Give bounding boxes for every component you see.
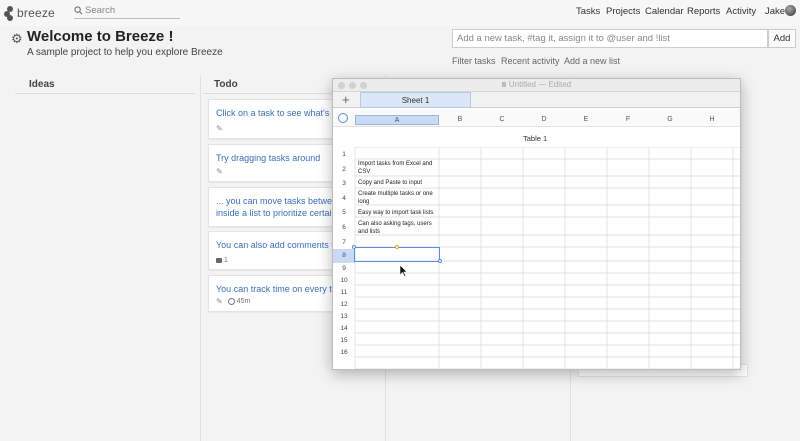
page-subtitle: A sample project to help you explore Bre… <box>27 47 223 58</box>
recent-activity-link[interactable]: Recent activity <box>501 56 560 66</box>
filter-tasks-link[interactable]: Filter tasks <box>452 56 496 66</box>
table-title[interactable]: Table 1 <box>523 134 547 143</box>
selection-handle[interactable] <box>395 245 399 249</box>
nav-reports[interactable]: Reports <box>687 6 720 17</box>
row-header[interactable]: 5 <box>333 207 355 219</box>
row-header[interactable]: 9 <box>333 263 355 275</box>
task-card[interactable]: You can track time on every tas ✎ 45m <box>208 275 338 312</box>
search-box[interactable] <box>74 3 180 19</box>
sheet-tab-bar: + Sheet 1 <box>333 92 740 108</box>
time-tracked: 45m <box>236 298 251 305</box>
column-header-e[interactable]: E <box>565 115 607 125</box>
breeze-logo[interactable]: breeze <box>4 4 55 22</box>
document-title: Untitled <box>508 80 536 89</box>
top-navigation-bar: breeze Tasks Projects Calendar Reports A… <box>0 0 800 26</box>
page-title: Welcome to Breeze ! <box>27 28 174 45</box>
row-header[interactable]: 11 <box>333 287 355 299</box>
row-header[interactable]: 3 <box>333 178 355 190</box>
avatar[interactable] <box>785 5 796 16</box>
selection-handle[interactable] <box>438 259 442 263</box>
column-header-d[interactable]: D <box>523 115 565 125</box>
row-header[interactable]: 13 <box>333 311 355 323</box>
gear-icon[interactable]: ⚙ <box>11 31 23 47</box>
row-header[interactable]: 14 <box>333 323 355 335</box>
comment-count: 1 <box>224 257 228 264</box>
column-header-f[interactable]: F <box>607 115 649 125</box>
window-title: Untitled — Edited <box>333 80 740 89</box>
column-header-b[interactable]: B <box>439 115 481 125</box>
pencil-icon[interactable]: ✎ <box>216 297 223 306</box>
task-title[interactable]: You can track time on every tas <box>216 284 337 294</box>
task-meta: ✎ <box>216 124 223 133</box>
row-header[interactable]: 10 <box>333 275 355 287</box>
nav-tasks[interactable]: Tasks <box>576 6 600 17</box>
cell-a3[interactable]: Copy and Paste to input <box>358 180 438 188</box>
row-header[interactable]: 6 <box>333 219 355 237</box>
task-card[interactable]: ... you can move tasks between inside a … <box>208 187 338 227</box>
column-header-a[interactable]: A <box>355 115 439 125</box>
cell-a2[interactable]: Import tasks from Excel and CSV <box>358 161 438 176</box>
task-meta: ✎ 45m <box>216 297 250 306</box>
row-header[interactable]: 2 <box>333 161 355 178</box>
task-title[interactable]: Try dragging tasks around <box>216 153 320 163</box>
task-title[interactable]: You can also add comments to <box>216 240 337 250</box>
row-header[interactable]: 1 <box>333 149 355 161</box>
task-title-continued[interactable]: inside a list to prioritize certain <box>216 208 337 218</box>
new-task-input[interactable] <box>452 29 768 48</box>
cell-a5[interactable]: Easy way to import task lists <box>358 210 438 218</box>
column-underline <box>203 93 338 94</box>
selection-handle[interactable] <box>352 245 356 249</box>
task-card[interactable]: You can also add comments to 1 <box>208 231 338 270</box>
row-header[interactable]: 12 <box>333 299 355 311</box>
sheet-tab[interactable]: Sheet 1 <box>360 92 471 108</box>
nav-calendar[interactable]: Calendar <box>645 6 684 17</box>
search-icon <box>74 6 83 15</box>
task-title[interactable]: Click on a task to see what's be <box>216 108 337 118</box>
comment-icon <box>216 258 222 263</box>
column-header-g[interactable]: G <box>649 115 691 125</box>
column-header-c[interactable]: C <box>481 115 523 125</box>
row-header-selected[interactable]: 8 <box>333 249 355 263</box>
row-header[interactable]: 4 <box>333 190 355 207</box>
document-icon <box>501 82 506 87</box>
cell-a4[interactable]: Create multiple tasks or one long <box>358 191 438 206</box>
table-select-handle-icon[interactable] <box>338 113 348 123</box>
mouse-cursor-icon <box>400 265 408 277</box>
document-status: Edited <box>548 80 572 89</box>
column-underline <box>15 93 195 94</box>
cell-a6[interactable]: Can also asking tags, users and lists <box>358 221 438 236</box>
window-titlebar[interactable]: Untitled — Edited <box>333 79 740 92</box>
column-title-todo[interactable]: Todo <box>214 79 238 90</box>
task-meta: 1 <box>216 257 228 264</box>
add-sheet-button[interactable]: + <box>342 92 350 107</box>
logo-text: breeze <box>17 6 55 20</box>
task-title[interactable]: ... you can move tasks between <box>216 196 337 206</box>
pencil-icon[interactable]: ✎ <box>216 167 223 176</box>
clock-icon <box>227 298 235 305</box>
pencil-icon[interactable]: ✎ <box>216 124 223 133</box>
user-name[interactable]: Jake <box>765 6 785 17</box>
column-header-h[interactable]: H <box>691 115 733 125</box>
task-card[interactable]: Click on a task to see what's be ✎ <box>208 99 338 139</box>
row-header[interactable]: 15 <box>333 335 355 347</box>
add-task-button[interactable]: Add <box>768 29 796 48</box>
search-input[interactable] <box>85 5 173 16</box>
selected-cell-a8[interactable] <box>354 247 440 262</box>
spreadsheet-window[interactable]: Untitled — Edited + Sheet 1 A B C D E F … <box>332 78 741 370</box>
row-header[interactable]: 16 <box>333 347 355 359</box>
breeze-logo-icon <box>4 5 13 21</box>
task-meta: ✎ <box>216 167 223 176</box>
nav-activity[interactable]: Activity <box>726 6 756 17</box>
nav-projects[interactable]: Projects <box>606 6 640 17</box>
task-card[interactable]: Try dragging tasks around ✎ <box>208 144 338 182</box>
add-list-link[interactable]: Add a new list <box>564 56 620 66</box>
column-title-ideas[interactable]: Ideas <box>29 79 55 90</box>
column-divider <box>200 76 201 441</box>
